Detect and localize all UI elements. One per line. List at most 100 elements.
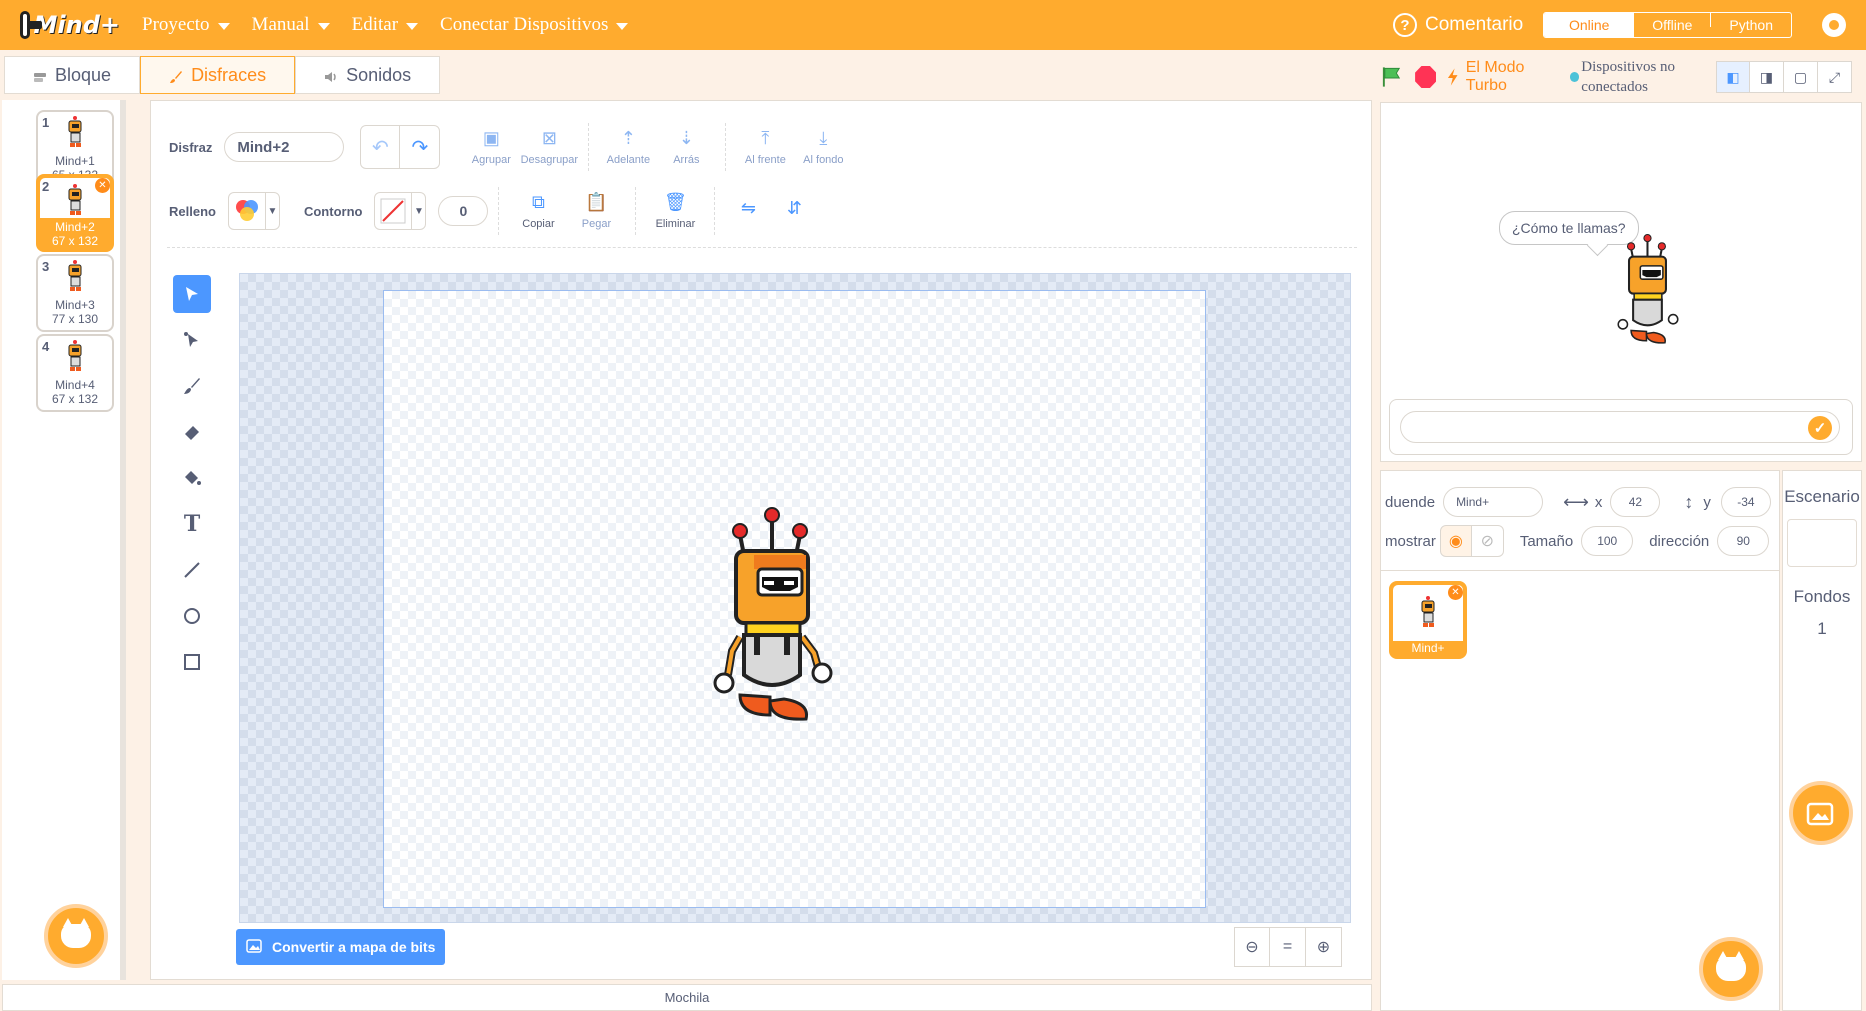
delete-icon[interactable]: ✕ bbox=[95, 178, 110, 193]
group-button[interactable]: ▣ Agrupar bbox=[462, 128, 520, 166]
zoom-out-button[interactable]: ⊖ bbox=[1234, 927, 1270, 967]
eraser-tool[interactable] bbox=[173, 413, 211, 451]
costume-name: Mind+3 bbox=[55, 298, 95, 312]
full-layout-button[interactable]: ▢ bbox=[1784, 61, 1818, 93]
editor-tabs: Bloque Disfraces Sonidos bbox=[4, 56, 441, 94]
rectangle-tool[interactable] bbox=[173, 643, 211, 681]
costume-number: 2 bbox=[42, 179, 50, 194]
arrow-cursor-icon bbox=[186, 287, 198, 301]
turbo-mode-toggle[interactable]: El Modo Turbo bbox=[1446, 59, 1565, 95]
stage-size-buttons: ◧ ◨ ▢ ⤢ bbox=[1716, 61, 1852, 93]
horizontal-arrows-icon: ⟷ bbox=[1563, 491, 1589, 512]
tab-disfraces[interactable]: Disfraces bbox=[140, 56, 296, 94]
menu-manual[interactable]: Manual bbox=[252, 14, 330, 36]
zoom-reset-button[interactable]: = bbox=[1270, 927, 1306, 967]
device-status: Dispositivos no conectados bbox=[1581, 59, 1676, 95]
text-tool[interactable]: T bbox=[173, 505, 211, 543]
direction-input[interactable]: 90 bbox=[1717, 526, 1770, 556]
delete-icon[interactable]: ✕ bbox=[1448, 585, 1463, 600]
front-button[interactable]: ⤒ Al frente bbox=[736, 128, 794, 166]
settings-icon[interactable] bbox=[1822, 13, 1846, 37]
choose-sprite-button[interactable] bbox=[1699, 937, 1763, 1001]
backpack-bar[interactable]: Mochila bbox=[2, 984, 1372, 1011]
delete-button[interactable]: 🗑 Eliminar bbox=[646, 192, 704, 230]
fill-color-picker[interactable]: ▼ bbox=[227, 192, 280, 230]
reshape-tool[interactable] bbox=[173, 321, 211, 359]
costume-name: Mind+2 bbox=[55, 220, 95, 234]
menu-editar[interactable]: Editar bbox=[352, 14, 419, 36]
fill-tool[interactable] bbox=[173, 459, 211, 497]
undo-button[interactable]: ↶ bbox=[360, 125, 401, 169]
delete-label: Eliminar bbox=[655, 217, 696, 230]
ungroup-button[interactable]: ⊠ Desagrupar bbox=[520, 128, 578, 166]
drawing-canvas[interactable] bbox=[383, 290, 1206, 908]
logo-icon bbox=[20, 11, 41, 39]
fullscreen-button[interactable]: ⤢ bbox=[1818, 61, 1852, 93]
outline-label: Contorno bbox=[303, 203, 363, 219]
speaker-icon bbox=[324, 68, 338, 82]
select-tool[interactable] bbox=[173, 275, 211, 313]
mode-offline[interactable]: Offline bbox=[1634, 13, 1710, 37]
menu-conectar-dispositivos[interactable]: Conectar Dispositivos bbox=[440, 14, 629, 36]
line-tool[interactable] bbox=[173, 551, 211, 589]
brush-icon bbox=[169, 68, 183, 83]
stage-target-pane[interactable]: Escenario Fondos 1 bbox=[1782, 470, 1862, 1011]
zoom-in-button[interactable]: ⊕ bbox=[1306, 927, 1342, 967]
robot-costume[interactable] bbox=[710, 505, 836, 735]
green-flag-icon[interactable] bbox=[1380, 65, 1403, 89]
group-label: Agrupar bbox=[471, 153, 511, 166]
redo-button[interactable]: ↷ bbox=[400, 125, 441, 169]
size-input[interactable]: 100 bbox=[1581, 526, 1634, 556]
brush-tool[interactable] bbox=[173, 367, 211, 405]
ask-answer-input[interactable] bbox=[1400, 411, 1840, 443]
costume-item-2[interactable]: 2 ✕ Mind+2 67 x 132 bbox=[36, 174, 114, 252]
flip-vertical-button[interactable]: ⇵ bbox=[771, 198, 817, 224]
back-button[interactable]: ⤓ Al fondo bbox=[794, 128, 852, 166]
paste-button[interactable]: 📋 Pegar bbox=[567, 192, 625, 230]
costume-item-3[interactable]: 3 Mind+3 77 x 130 bbox=[36, 254, 114, 332]
y-input[interactable]: -34 bbox=[1720, 487, 1771, 517]
stop-icon[interactable] bbox=[1415, 66, 1437, 88]
backward-button[interactable]: ⇣ Arrás bbox=[657, 128, 715, 166]
sprite-tile[interactable]: ✕ Mind+ bbox=[1389, 581, 1467, 659]
copy-button[interactable]: ⧉ Copiar bbox=[509, 192, 567, 230]
outline-width-input[interactable]: 0 bbox=[438, 196, 489, 226]
submit-check-icon[interactable]: ✓ bbox=[1808, 416, 1832, 440]
copy-label: Copiar bbox=[522, 217, 555, 230]
sprite-pane: duende Mind+ ⟷ x 42 ↕ y -34 mostrar ◉ ⊘ … bbox=[1380, 470, 1780, 1011]
outline-color-picker[interactable]: ▼ bbox=[374, 192, 427, 230]
comment-button[interactable]: ? Comentario bbox=[1392, 13, 1523, 37]
stage[interactable]: ¿Cómo te llamas? ✓ bbox=[1380, 102, 1862, 462]
backward-label: Arrás bbox=[673, 153, 700, 166]
costume-item-4[interactable]: 4 Mind+4 67 x 132 bbox=[36, 334, 114, 412]
costume-name-input[interactable]: Mind+2 bbox=[224, 132, 345, 162]
x-input[interactable]: 42 bbox=[1610, 487, 1661, 517]
flip-horizontal-button[interactable]: ⇋ bbox=[725, 198, 771, 224]
small-stage-icon: ◧ bbox=[1726, 68, 1740, 85]
choose-costume-button[interactable] bbox=[44, 904, 108, 968]
eye-off-icon: ⊘ bbox=[1480, 533, 1495, 550]
costume-list: 1 Mind+1 65 x 132 2 ✕ Mind+2 67 x 132 3 … bbox=[2, 100, 126, 980]
sprite-name-input[interactable]: Mind+ bbox=[1443, 487, 1544, 517]
choose-backdrop-button[interactable] bbox=[1789, 781, 1853, 845]
copy-icon: ⧉ bbox=[532, 192, 545, 212]
mode-online[interactable]: Online bbox=[1544, 13, 1635, 37]
large-stage-button[interactable]: ◨ bbox=[1750, 61, 1784, 93]
divider bbox=[167, 247, 1357, 248]
menu-proyecto[interactable]: Proyecto bbox=[142, 14, 230, 36]
dropdown-arrow-icon: ▼ bbox=[264, 193, 279, 229]
mode-python[interactable]: Python bbox=[1711, 13, 1791, 37]
mindplus-logo[interactable]: Mind+ bbox=[20, 11, 120, 39]
hide-sprite-button[interactable]: ⊘ bbox=[1471, 525, 1504, 557]
canvas-area[interactable] bbox=[239, 273, 1351, 923]
convert-to-bitmap-button[interactable]: Convertir a mapa de bits bbox=[236, 929, 446, 965]
small-stage-button[interactable]: ◧ bbox=[1716, 61, 1750, 93]
tab-bloque[interactable]: Bloque bbox=[4, 56, 141, 94]
show-sprite-button[interactable]: ◉ bbox=[1439, 525, 1472, 557]
costume-size: 67 x 132 bbox=[51, 234, 99, 248]
circle-tool[interactable] bbox=[173, 597, 211, 635]
forward-button[interactable]: ⇡ Adelante bbox=[599, 128, 657, 166]
stage-sprite[interactable] bbox=[1615, 233, 1681, 351]
costume-size: 77 x 130 bbox=[51, 312, 99, 326]
tab-sonidos[interactable]: Sonidos bbox=[295, 56, 441, 94]
